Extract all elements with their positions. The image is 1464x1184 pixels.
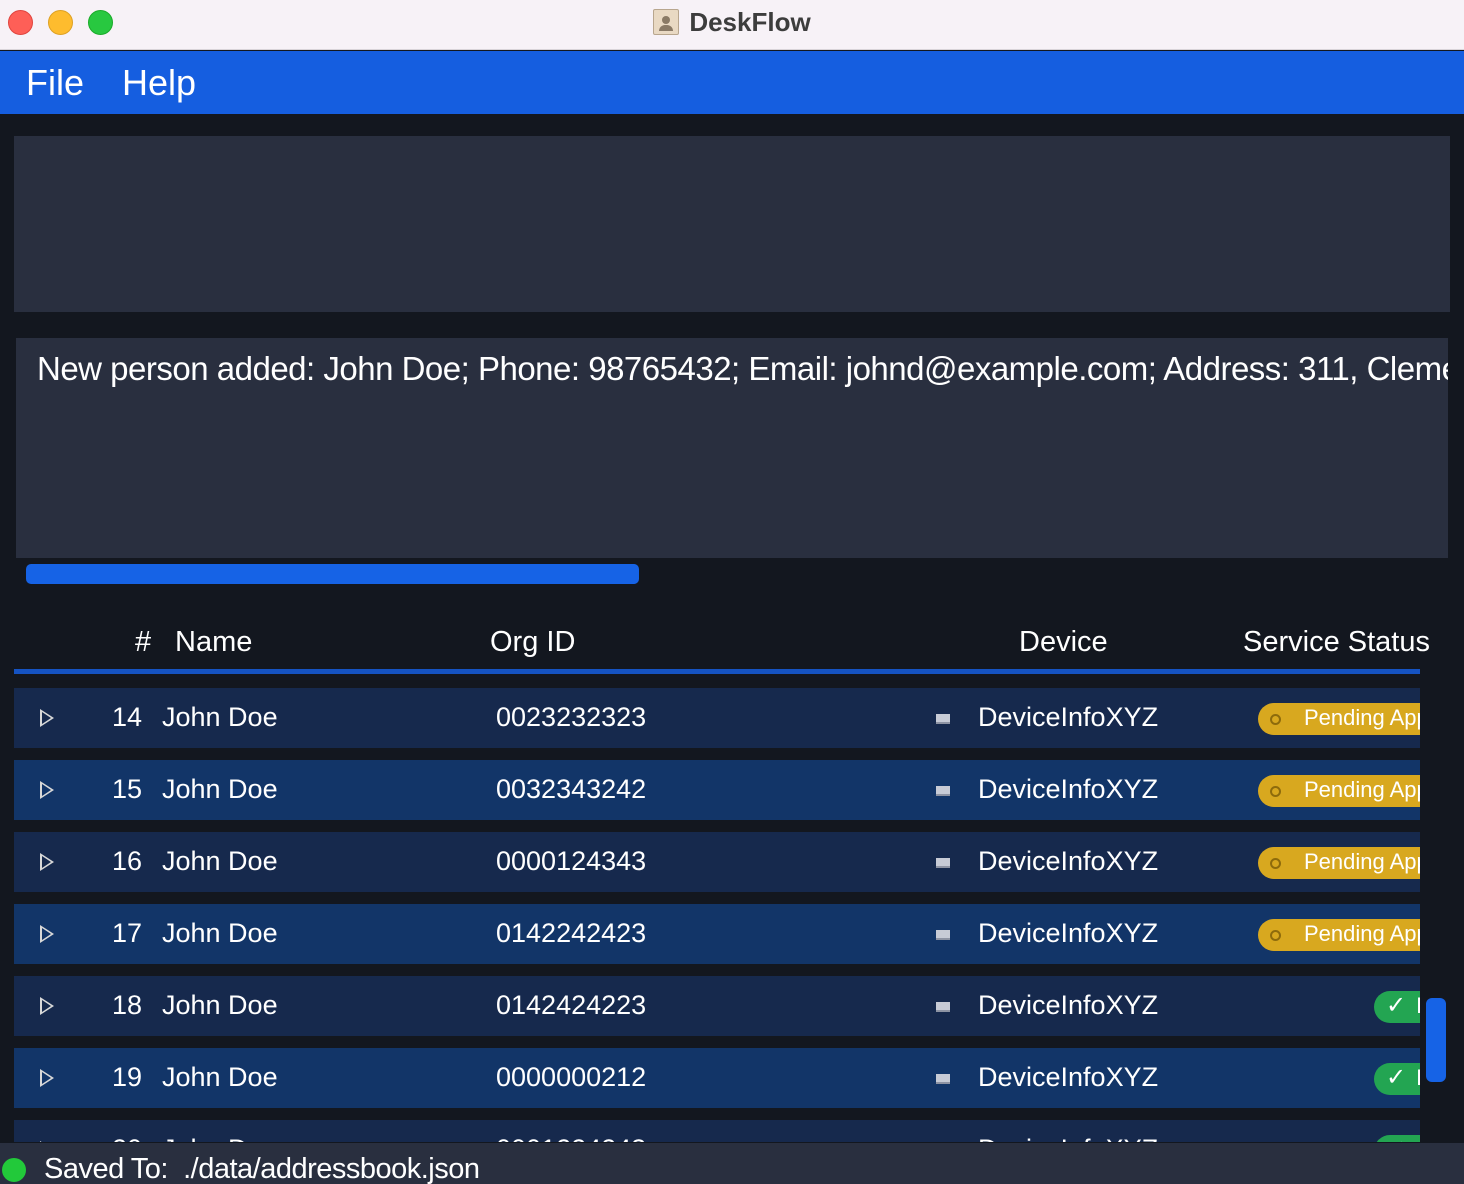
row-device: DeviceInfoXYZ xyxy=(978,774,1159,804)
status-badge-ok: ✓ I xyxy=(1374,1063,1420,1095)
expand-arrow-icon[interactable] xyxy=(40,925,54,943)
expand-arrow-icon[interactable] xyxy=(40,853,54,871)
status-badge-label: Pending Approval xyxy=(1304,705,1420,730)
row-org-id: 0001224243 xyxy=(496,1134,646,1142)
result-display: New person added: John Doe; Phone: 98765… xyxy=(16,338,1448,558)
table-row[interactable]: 16 John Doe 0000124343 DeviceInfoXYZ Pen… xyxy=(14,832,1420,892)
title-bar: DeskFlow xyxy=(0,0,1464,50)
checkmark-icon: ✓ xyxy=(1386,1064,1407,1091)
column-header-name[interactable]: Name xyxy=(175,626,252,659)
result-message: New person added: John Doe; Phone: 98765… xyxy=(37,350,1448,387)
address-book-icon xyxy=(653,9,680,35)
laptop-icon xyxy=(936,1074,950,1084)
clock-icon xyxy=(1270,858,1281,869)
status-badge-ok: ✓ I xyxy=(1374,991,1420,1023)
clock-icon xyxy=(1270,930,1281,941)
result-horizontal-scrollbar[interactable] xyxy=(26,564,639,584)
row-number: 16 xyxy=(111,846,142,876)
row-number: 15 xyxy=(111,774,142,804)
row-device: DeviceInfoXYZ xyxy=(978,918,1159,948)
row-org-id: 0032343242 xyxy=(496,774,647,804)
menu-file[interactable]: File xyxy=(26,62,84,104)
clock-icon xyxy=(1270,714,1281,725)
save-status-indicator xyxy=(2,1158,26,1182)
laptop-icon xyxy=(936,930,950,940)
expand-arrow-icon[interactable] xyxy=(40,709,54,727)
expand-arrow-icon[interactable] xyxy=(40,997,54,1015)
status-badge-label: Pending Approval xyxy=(1304,849,1420,874)
command-input[interactable] xyxy=(14,136,1450,312)
status-bar: Saved To: ./data/addressbook.json xyxy=(0,1143,1464,1184)
status-badge-label: I xyxy=(1416,993,1420,1018)
row-number: 20 xyxy=(108,1134,142,1142)
checkmark-icon: ✓ xyxy=(1386,1135,1406,1142)
status-badge-pending: Pending Approval xyxy=(1258,847,1420,879)
clock-icon xyxy=(1270,786,1281,797)
row-org-id: 0142242423 xyxy=(496,918,647,948)
expand-arrow-icon[interactable] xyxy=(40,1141,54,1142)
row-org-id: 0142424223 xyxy=(496,990,647,1020)
column-header-org-id[interactable]: Org ID xyxy=(490,626,575,659)
column-header-service-status[interactable]: Service Status xyxy=(1243,626,1430,659)
row-name: John Doe xyxy=(162,774,278,804)
row-name: John Doe xyxy=(162,1062,278,1092)
table-row[interactable]: 20 John Doe 0001224243 DeviceInfoXYZ ✓ xyxy=(14,1120,1420,1142)
laptop-icon xyxy=(936,858,950,868)
status-badge-ok: ✓ xyxy=(1374,1135,1420,1142)
person-list: 14 John Doe 0023232323 DeviceInfoXYZ Pen… xyxy=(14,688,1420,1142)
status-badge-pending: Pending Approval xyxy=(1258,703,1420,735)
status-badge-pending: Pending Approval xyxy=(1258,919,1420,951)
row-name: John Doe xyxy=(162,702,278,732)
row-name: John Doe xyxy=(162,846,278,876)
save-location: Saved To: ./data/addressbook.json xyxy=(44,1153,480,1184)
laptop-icon xyxy=(936,786,950,796)
row-org-id: 0000000212 xyxy=(496,1062,647,1092)
window-title: DeskFlow xyxy=(689,6,811,37)
row-number: 19 xyxy=(111,1062,142,1092)
laptop-icon xyxy=(936,1002,950,1012)
row-name: John Doe xyxy=(162,990,278,1020)
row-org-id: 0000124343 xyxy=(496,846,647,876)
expand-arrow-icon[interactable] xyxy=(40,781,54,799)
row-device: DeviceInfoXYZ xyxy=(978,702,1159,732)
row-number: 17 xyxy=(111,918,142,948)
save-location-path: ./data/addressbook.json xyxy=(183,1153,480,1184)
table-row[interactable]: 14 John Doe 0023232323 DeviceInfoXYZ Pen… xyxy=(14,688,1420,748)
status-badge-label: Pending Approval xyxy=(1304,777,1420,802)
laptop-icon xyxy=(936,714,950,724)
row-device: DeviceInfoXYZ xyxy=(978,1134,1158,1142)
table-row[interactable]: 17 John Doe 0142242423 DeviceInfoXYZ Pen… xyxy=(14,904,1420,964)
expand-arrow-icon[interactable] xyxy=(40,1069,54,1087)
row-name: John Doe xyxy=(162,1134,278,1142)
status-badge-label: Pending Approval xyxy=(1304,921,1420,946)
checkmark-icon: ✓ xyxy=(1386,992,1407,1019)
window-title-group: DeskFlow xyxy=(0,0,1464,44)
list-vertical-scrollbar[interactable] xyxy=(1426,998,1446,1082)
menu-help[interactable]: Help xyxy=(122,62,196,104)
row-org-id: 0023232323 xyxy=(496,702,647,732)
row-name: John Doe xyxy=(162,918,278,948)
row-number: 18 xyxy=(111,990,142,1020)
table-row[interactable]: 15 John Doe 0032343242 DeviceInfoXYZ Pen… xyxy=(14,760,1420,820)
column-header-device[interactable]: Device xyxy=(1019,626,1108,659)
column-header-number[interactable]: # xyxy=(135,626,151,659)
save-location-label: Saved To: xyxy=(44,1153,168,1184)
row-number: 14 xyxy=(111,702,142,732)
row-device: DeviceInfoXYZ xyxy=(978,990,1159,1020)
row-device: DeviceInfoXYZ xyxy=(978,1062,1159,1092)
table-row[interactable]: 19 John Doe 0000000212 DeviceInfoXYZ ✓ I xyxy=(14,1048,1420,1108)
menu-bar: File Help xyxy=(0,51,1464,114)
status-badge-pending: Pending Approval xyxy=(1258,775,1420,807)
table-header: # Name Org ID Device Service Status xyxy=(14,616,1430,674)
status-badge-label: I xyxy=(1416,1065,1420,1090)
row-device: DeviceInfoXYZ xyxy=(978,846,1159,876)
table-row[interactable]: 18 John Doe 0142424223 DeviceInfoXYZ ✓ I xyxy=(14,976,1420,1036)
